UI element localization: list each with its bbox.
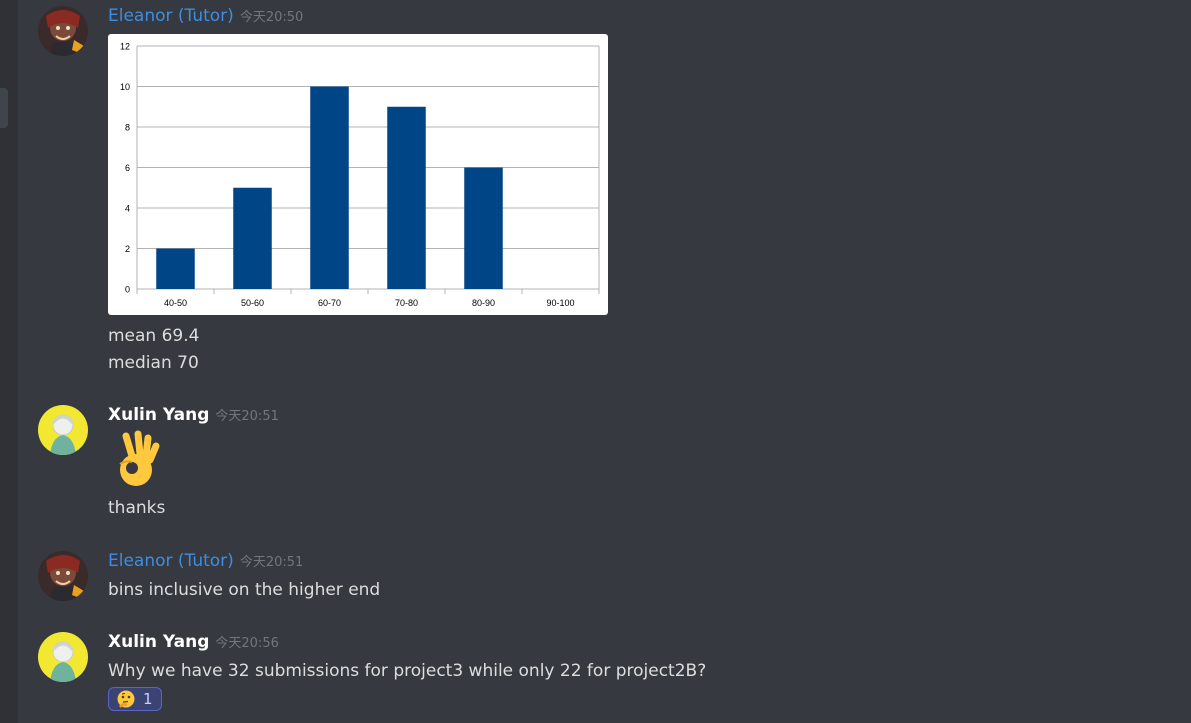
- bar: [156, 248, 195, 289]
- server-sidebar-edge: [0, 0, 18, 723]
- y-tick-label: 8: [125, 123, 130, 133]
- user-avatar-icon: [38, 632, 88, 682]
- channel-selector-nub[interactable]: [0, 88, 8, 128]
- x-tick-label: 90-100: [546, 298, 574, 308]
- x-tick-label: 60-70: [318, 298, 341, 308]
- ok-hand-icon: [119, 430, 160, 486]
- avatar[interactable]: [38, 405, 88, 455]
- message-header: Xulin Yang 今天20:56: [108, 632, 279, 652]
- timestamp: 今天20:51: [239, 555, 304, 570]
- message-text: thanks: [108, 498, 166, 518]
- user-avatar-icon: [38, 405, 88, 455]
- y-tick-label: 2: [125, 244, 130, 254]
- avatar[interactable]: [38, 6, 88, 56]
- message-header: Eleanor (Tutor) 今天20:51: [108, 551, 303, 571]
- bar: [233, 187, 272, 289]
- tutor-avatar-icon: [38, 551, 88, 601]
- bar: [310, 86, 349, 289]
- x-tick-label: 80-90: [472, 298, 495, 308]
- bar: [387, 106, 426, 289]
- x-tick-label: 40-50: [164, 298, 187, 308]
- message-text: Why we have 32 submissions for project3 …: [108, 661, 707, 681]
- histogram-chart: 0 2 4 6 8 10 12 40-50 50-60 60-70 70-80 80-90 90-100: [120, 42, 600, 308]
- y-tick-label: 0: [125, 285, 130, 295]
- reaction-count: 1: [143, 690, 153, 708]
- tutor-avatar-icon: [38, 6, 88, 56]
- message-text: mean 69.4: [108, 326, 200, 346]
- author-name[interactable]: Xulin Yang: [108, 405, 209, 425]
- y-tick-label: 6: [125, 163, 130, 173]
- timestamp: 今天20:51: [215, 409, 279, 424]
- message-text: bins inclusive on the higher end: [108, 580, 381, 600]
- author-name[interactable]: Eleanor (Tutor): [108, 6, 234, 26]
- message-text: median 70: [108, 353, 199, 373]
- author-name[interactable]: Eleanor (Tutor): [108, 551, 234, 571]
- timestamp: 今天20:56: [215, 636, 279, 651]
- reaction-button[interactable]: 1: [108, 687, 162, 711]
- thinking-face-icon: [117, 690, 135, 708]
- message-header: Xulin Yang 今天20:51: [108, 405, 279, 425]
- x-tick-label: 50-60: [241, 298, 264, 308]
- timestamp: 今天20:50: [239, 10, 304, 25]
- y-tick-label: 4: [125, 204, 130, 214]
- message-header: Eleanor (Tutor) 今天20:50: [108, 6, 303, 26]
- avatar[interactable]: [38, 551, 88, 601]
- author-name[interactable]: Xulin Yang: [108, 632, 209, 652]
- grade-histogram-attachment[interactable]: 0 2 4 6 8 10 12 40-50 50-60 60-70 70-80 80-90 90-100: [108, 34, 608, 315]
- y-tick-label: 10: [120, 82, 130, 92]
- x-tick-label: 70-80: [395, 298, 418, 308]
- avatar[interactable]: [38, 632, 88, 682]
- y-tick-label: 12: [120, 42, 130, 52]
- bar: [464, 167, 503, 289]
